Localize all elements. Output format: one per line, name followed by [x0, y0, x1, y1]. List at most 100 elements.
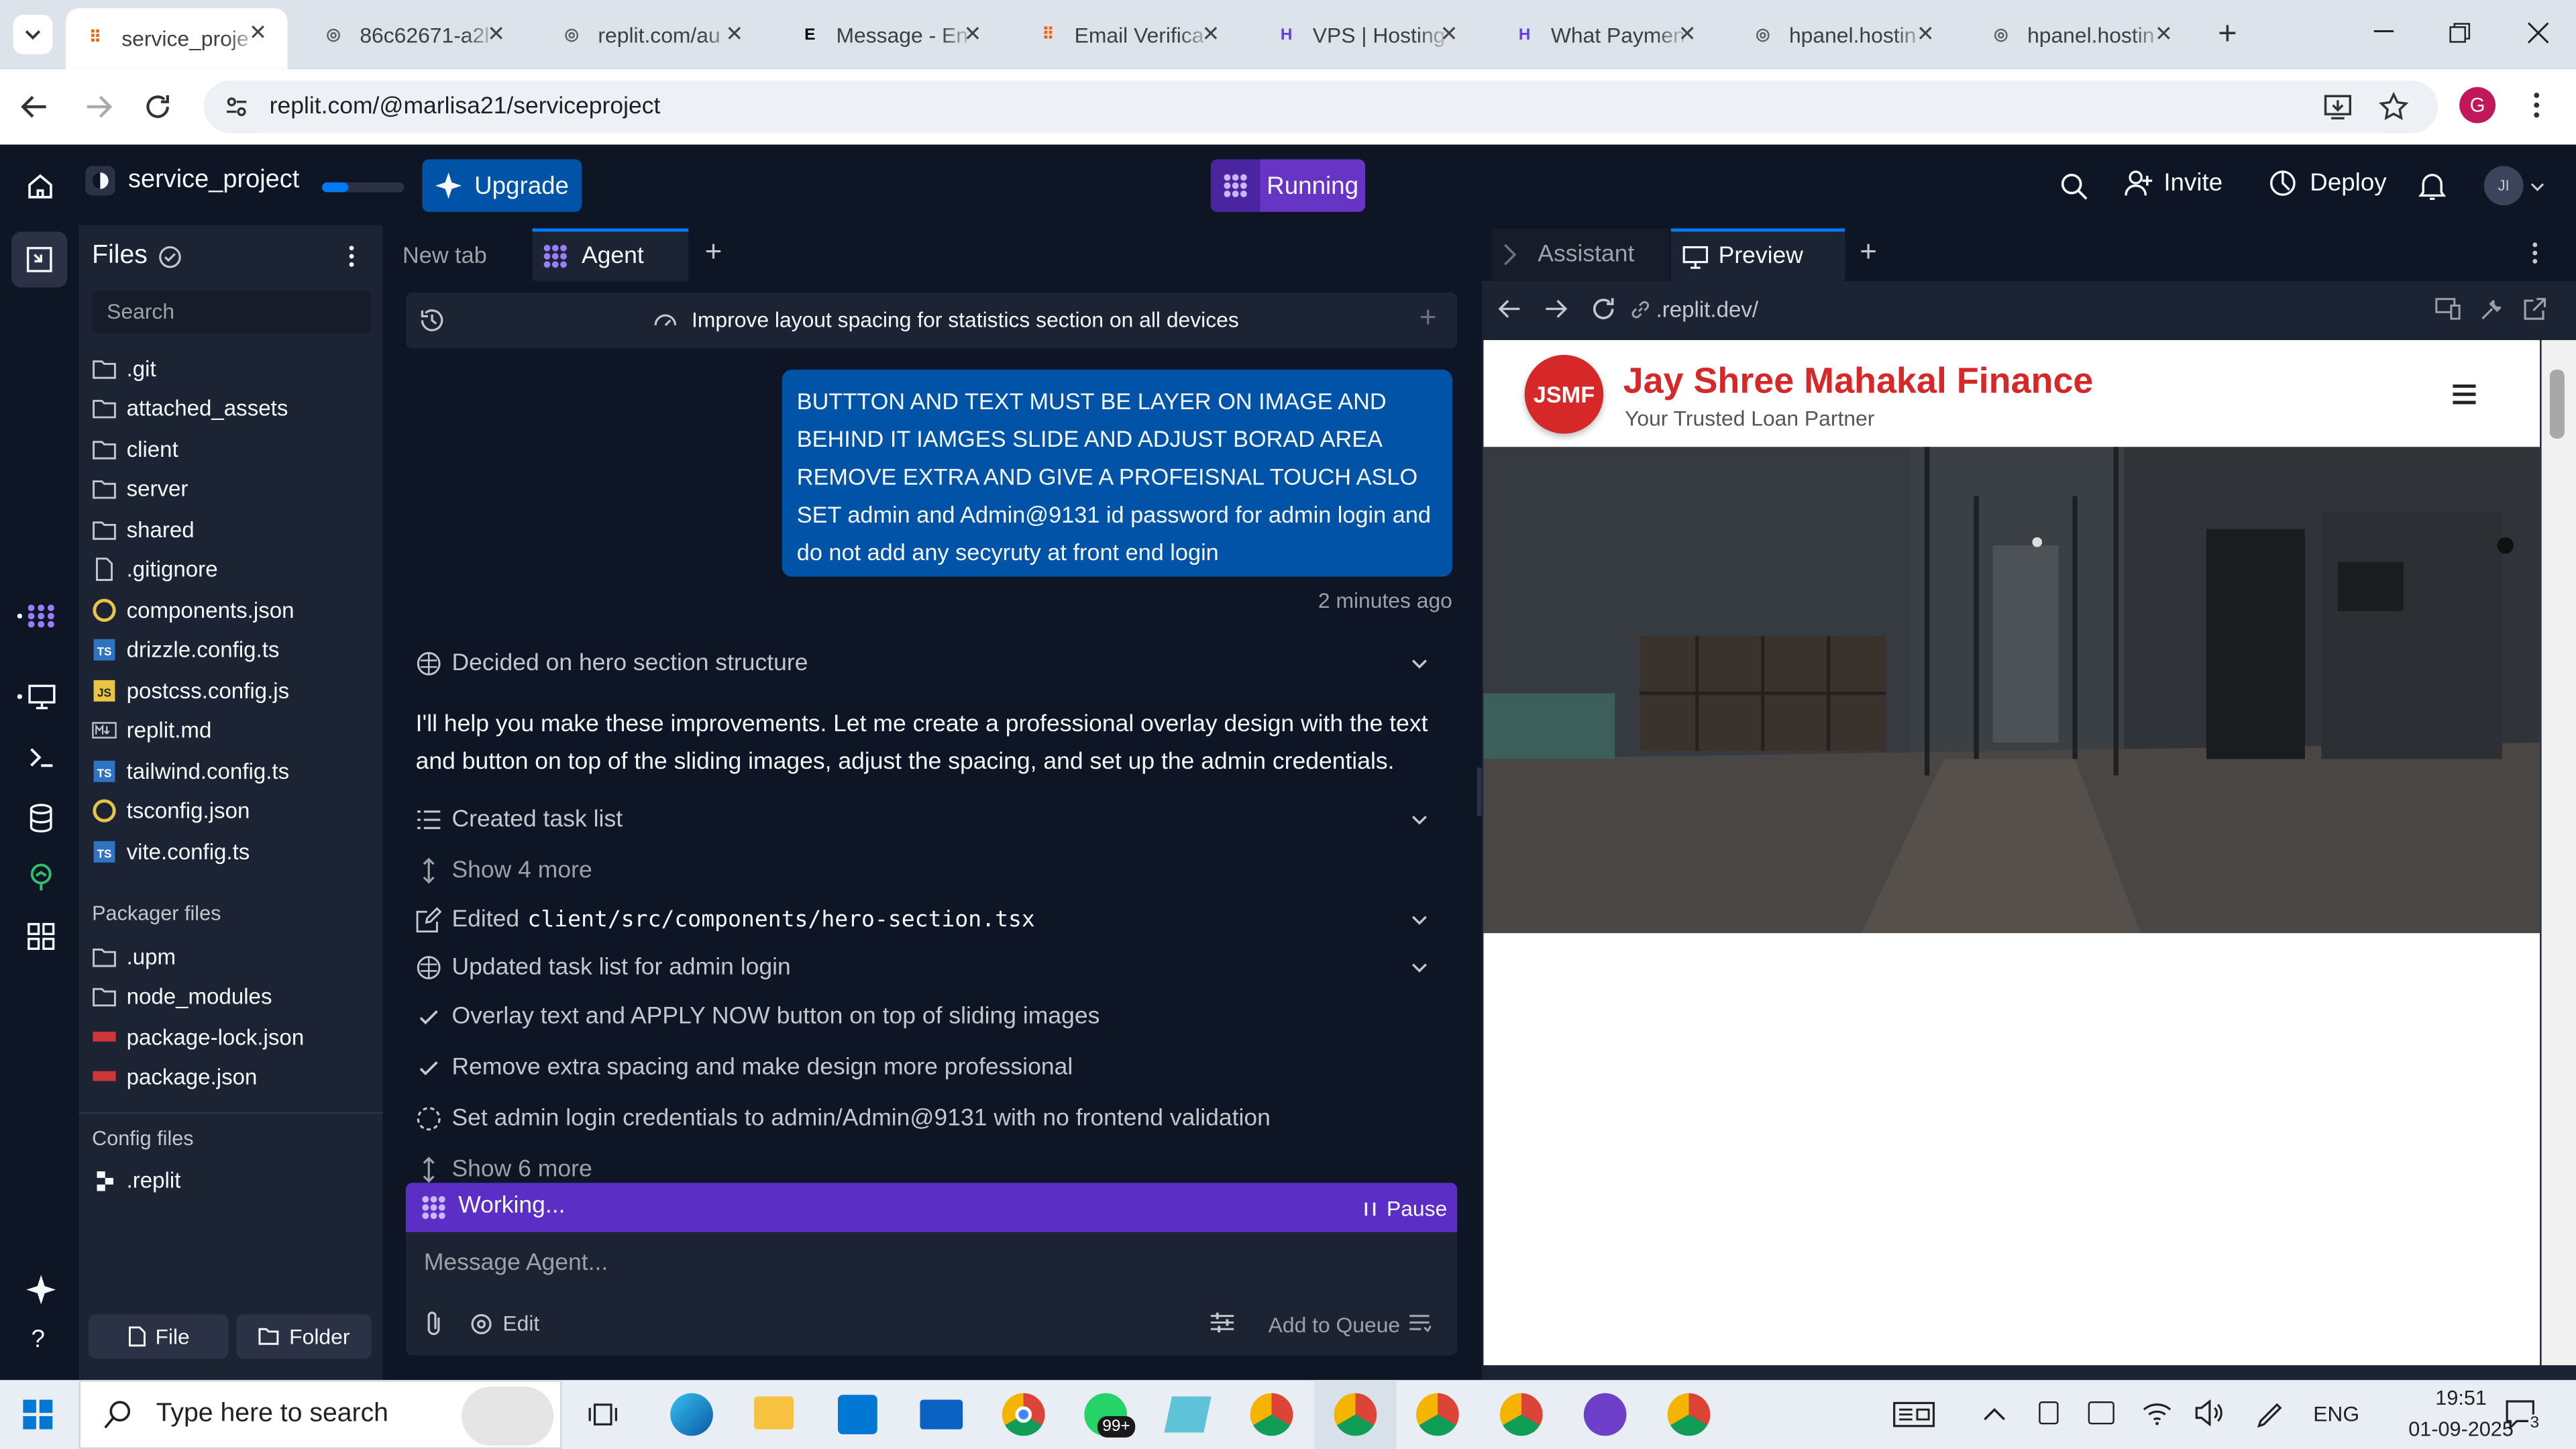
edit-mode-button[interactable]: Edit [470, 1311, 539, 1336]
pause-button[interactable]: Pause [1364, 1196, 1447, 1221]
browser-tab[interactable]: ◎ replit.com/au ✕ [542, 10, 764, 59]
folder-item[interactable]: node_modules [92, 978, 371, 1014]
windows-start-icon[interactable] [23, 1399, 53, 1430]
new-folder-button[interactable]: Folder [236, 1314, 372, 1359]
file-item[interactable]: TS drizzle.config.ts [92, 632, 371, 668]
folder-item[interactable]: .upm [92, 938, 371, 974]
news-widget-icon[interactable] [1892, 1401, 1935, 1428]
restore-button[interactable] [2447, 19, 2473, 46]
clock-time[interactable]: 19:51 [2405, 1387, 2517, 1409]
home-icon[interactable] [26, 172, 54, 201]
sparkle-icon[interactable] [26, 1275, 56, 1305]
devtools-wrench-icon[interactable] [2479, 297, 2504, 322]
forward-arrow-icon[interactable] [1544, 299, 1568, 319]
upgrade-button[interactable]: Upgrade [422, 159, 582, 212]
new-thread-button[interactable]: + [1419, 301, 1437, 335]
user-menu[interactable]: JI [2483, 166, 2545, 206]
files-tool-button[interactable] [11, 231, 68, 288]
folder-item[interactable]: server [92, 471, 371, 507]
deploy-button[interactable]: Deploy [2269, 169, 2387, 197]
file-item[interactable]: package-lock.json [92, 1018, 371, 1055]
file-item[interactable]: .replit [92, 1161, 371, 1197]
preview-url-bar[interactable]: .replit.dev/ [1629, 289, 2418, 329]
preview-monitor-icon[interactable] [16, 684, 56, 710]
bookmark-star-icon[interactable] [2379, 92, 2409, 121]
database-icon[interactable] [28, 804, 54, 833]
forward-arrow-icon[interactable] [84, 94, 113, 120]
browser-tab[interactable]: ◎ hpanel.hostin ✕ [1972, 10, 2194, 59]
tab-search-button[interactable] [13, 15, 53, 54]
store-icon[interactable] [837, 1395, 877, 1434]
file-item[interactable]: replit.md [92, 712, 371, 749]
created-task-row[interactable]: Created task list [416, 806, 1459, 833]
file-item[interactable]: tsconfig.json [92, 793, 371, 829]
browser-menu-icon[interactable] [2530, 91, 2543, 120]
close-tab-icon[interactable]: ✕ [721, 21, 747, 48]
show-more-2[interactable]: Show 6 more [416, 1157, 1459, 1183]
decided-row[interactable]: Decided on hero section structure [416, 651, 1459, 677]
close-tab-icon[interactable]: ✕ [2151, 21, 2177, 48]
all-tools-icon[interactable] [26, 922, 56, 951]
help-icon[interactable]: ? [32, 1326, 45, 1354]
attach-icon[interactable] [422, 1311, 445, 1337]
open-new-window-icon[interactable] [2524, 297, 2546, 320]
edited-file-row[interactable]: Edited client/src/components/hero-sectio… [416, 907, 1459, 933]
folder-item[interactable]: shared [92, 511, 371, 547]
install-app-icon[interactable] [2323, 92, 2353, 121]
chrome-profile-icon[interactable] [1334, 1393, 1377, 1436]
file-explorer-icon[interactable] [754, 1396, 794, 1430]
kebab-menu-icon[interactable] [347, 245, 357, 268]
preview-scrollbar[interactable] [2541, 339, 2576, 1366]
file-item[interactable]: JS postcss.config.js [92, 672, 371, 708]
browser-tab[interactable]: ◎ 86c62671-a2l ✕ [304, 10, 526, 59]
browser-tab-active[interactable]: ⠿ service_proje ✕ [65, 8, 288, 69]
file-item[interactable]: .gitignore [92, 551, 371, 588]
folder-item[interactable]: client [92, 431, 371, 467]
add-to-queue-button[interactable]: Add to Queue [1269, 1313, 1400, 1338]
browser-tab[interactable]: ⠿ Email Verifica ✕ [1018, 10, 1240, 59]
updated-task-row[interactable]: Updated task list for admin login [416, 955, 1459, 981]
search-icon[interactable] [2060, 172, 2088, 201]
queue-icon[interactable] [1408, 1311, 1432, 1334]
chrome-profile-icon[interactable] [1667, 1393, 1711, 1436]
tab-assistant[interactable]: Assistant [1491, 228, 1670, 281]
task-view-icon[interactable] [588, 1400, 618, 1430]
file-item[interactable]: components.json [92, 592, 371, 628]
browser-tab[interactable]: E Message - En ✕ [780, 10, 1002, 59]
close-window-button[interactable] [2525, 19, 2551, 46]
browser-tab[interactable]: H What Paymen ✕ [1495, 10, 1717, 59]
minimize-button[interactable] [2371, 16, 2397, 42]
taskbar-search-box[interactable]: Type here to search [78, 1380, 562, 1449]
site-info-icon[interactable] [223, 94, 250, 120]
close-tab-icon[interactable]: ✕ [483, 21, 509, 48]
device-icon[interactable] [2434, 297, 2461, 320]
files-search-input[interactable]: Search [92, 290, 372, 334]
kebab-menu-icon[interactable] [2530, 241, 2540, 264]
tab-agent[interactable]: Agent [532, 228, 689, 281]
github-desktop-icon[interactable] [1583, 1393, 1627, 1436]
notes-app-icon[interactable] [1164, 1396, 1212, 1433]
close-tab-icon[interactable]: ✕ [1197, 21, 1224, 48]
new-file-button[interactable]: File [89, 1314, 229, 1359]
volume-icon[interactable] [2195, 1399, 2224, 1426]
back-arrow-icon[interactable] [19, 94, 49, 120]
edge-icon[interactable] [670, 1393, 713, 1436]
back-arrow-icon[interactable] [1498, 299, 1521, 319]
tab-preview[interactable]: Preview [1670, 228, 1845, 281]
message-input[interactable]: Message Agent... [424, 1250, 608, 1277]
language-indicator[interactable]: ENG [2313, 1401, 2359, 1426]
hamburger-menu-icon[interactable] [2453, 384, 2476, 405]
invite-button[interactable]: Invite [2125, 169, 2222, 197]
settings-sliders-icon[interactable] [1209, 1311, 1235, 1334]
file-item[interactable]: package.json [92, 1059, 371, 1095]
usage-meter[interactable] [322, 182, 405, 193]
history-icon[interactable] [419, 307, 445, 333]
battery-icon[interactable] [2088, 1401, 2114, 1425]
close-tab-icon[interactable]: ✕ [1913, 21, 1939, 48]
chevron-up-icon[interactable] [1983, 1406, 2006, 1421]
address-bar[interactable]: replit.com/@marlisa21/serviceproject [203, 80, 2438, 133]
close-tab-icon[interactable]: ✕ [1674, 21, 1701, 48]
site-logo[interactable]: JSMF [1524, 354, 1604, 434]
close-tab-icon[interactable]: ✕ [1436, 21, 1462, 48]
project-switcher[interactable]: service_project [85, 166, 299, 196]
